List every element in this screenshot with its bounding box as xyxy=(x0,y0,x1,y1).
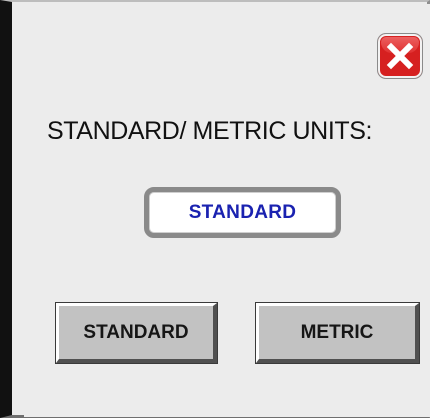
window-frame: STANDARD/ METRIC UNITS: STANDARD STANDAR… xyxy=(0,0,430,418)
current-unit-display: STANDARD xyxy=(144,187,341,238)
close-icon xyxy=(386,42,414,70)
units-dialog: STANDARD/ METRIC UNITS: STANDARD STANDAR… xyxy=(24,4,430,417)
dialog-title: STANDARD/ METRIC UNITS: xyxy=(47,117,373,145)
metric-button[interactable]: METRIC xyxy=(256,303,419,363)
standard-button[interactable]: STANDARD xyxy=(56,303,217,363)
close-button[interactable] xyxy=(378,34,422,78)
